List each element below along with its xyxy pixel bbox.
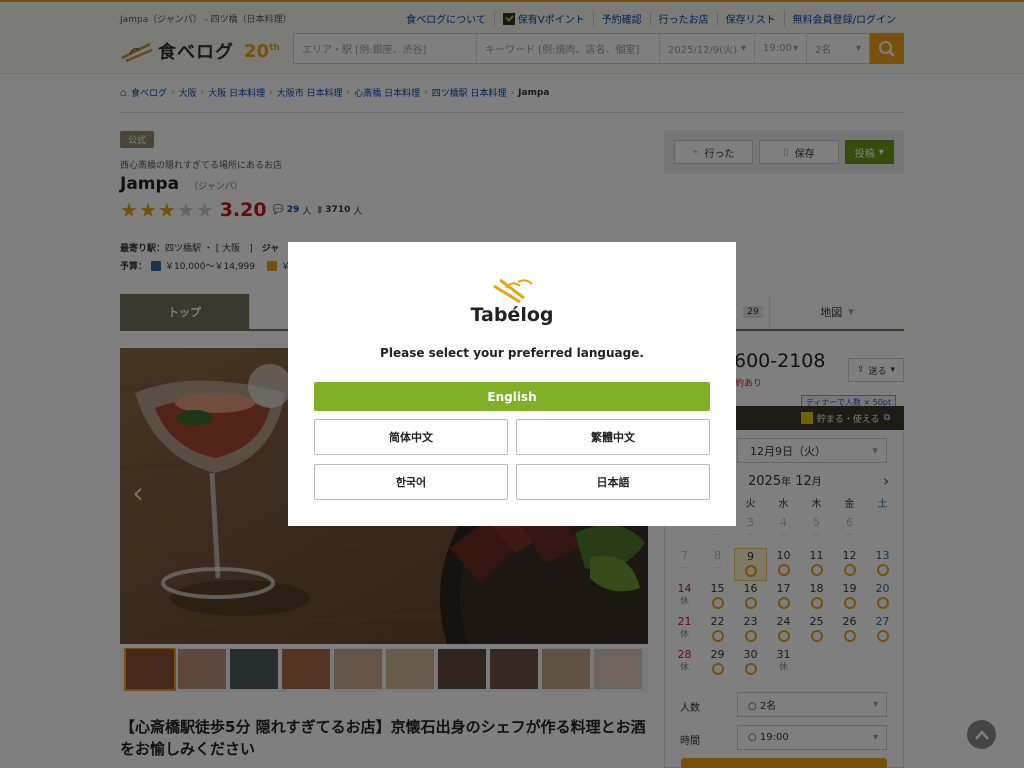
japanese-button[interactable]: 日本語 bbox=[516, 464, 710, 500]
traditional-chinese-button[interactable]: 繁體中文 bbox=[516, 419, 710, 455]
tabelog-logo: Tabélog bbox=[288, 276, 736, 326]
simplified-chinese-button[interactable]: 简体中文 bbox=[314, 419, 508, 455]
language-prompt: Please select your preferred language. bbox=[380, 346, 644, 360]
english-button[interactable]: English bbox=[314, 382, 710, 411]
chopsticks-bowl-icon bbox=[493, 278, 533, 304]
korean-button[interactable]: 한국어 bbox=[314, 464, 508, 500]
language-modal: Tabélog Please select your preferred lan… bbox=[288, 242, 736, 526]
brand-name: Tabélog bbox=[470, 304, 554, 326]
